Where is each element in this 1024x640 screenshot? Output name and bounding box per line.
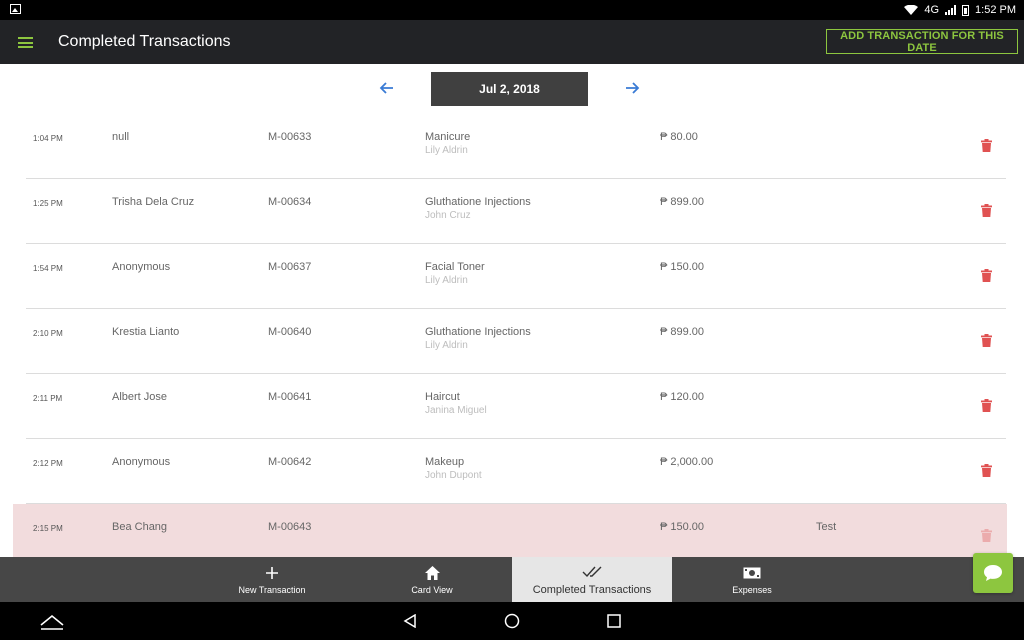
transaction-code: M-00640	[268, 326, 312, 338]
transaction-service-block: Haircut Janina Miguel	[425, 391, 487, 417]
transaction-staff: Lily Aldrin	[425, 145, 468, 156]
page-title: Completed Transactions	[58, 33, 231, 50]
transaction-row[interactable]: 1:25 PM Trisha Dela Cruz M-00634 ₱ 899.00 Gl…	[26, 179, 1006, 244]
transaction-amount: ₱ 120.00	[660, 391, 705, 403]
chat-button[interactable]	[973, 553, 1013, 593]
delete-trash-icon[interactable]	[981, 269, 992, 282]
transaction-service-block: Manicure Lily Aldrin	[425, 131, 470, 157]
nav-completed-transactions[interactable]: Completed Transactions	[512, 557, 672, 602]
home-circle-icon[interactable]	[504, 613, 520, 629]
nav-expenses[interactable]: Expenses	[672, 557, 832, 602]
transaction-time: 2:15 PM	[33, 524, 63, 533]
transaction-code: M-00637	[268, 261, 312, 273]
transaction-code: M-00634	[268, 196, 312, 208]
transaction-row[interactable]: 2:11 PM Albert Jose M-00641 ₱ 120.00 Haircut…	[26, 374, 1006, 439]
transaction-customer: Bea Chang	[112, 521, 168, 533]
transaction-amount: ₱ 80.00	[660, 131, 698, 143]
transaction-staff: Lily Aldrin	[425, 340, 468, 351]
app-bar: Completed Transactions ADD TRANSACTION F…	[0, 20, 1024, 64]
recent-apps-icon[interactable]	[607, 614, 621, 628]
hamburger-menu-icon[interactable]	[18, 37, 33, 48]
nav-label: Expenses	[732, 585, 772, 595]
battery-icon	[962, 4, 970, 16]
transaction-service-block: Facial Toner Lily Aldrin	[425, 261, 485, 287]
transaction-row[interactable]: 2:10 PM Krestia Lianto M-00640 ₱ 899.00 Glut…	[26, 309, 1006, 374]
nav-label: Card View	[411, 585, 453, 595]
bottom-navigation: New Transaction Card View Completed Tran…	[0, 557, 1024, 602]
back-icon[interactable]	[403, 614, 417, 628]
date-picker-button[interactable]: Jul 2, 2018	[431, 72, 588, 106]
image-notification-icon	[10, 4, 21, 14]
nav-card-view[interactable]: Card View	[352, 557, 512, 602]
transaction-row[interactable]: 1:04 PM null M-00633 ₱ 80.00 Manicure Lily Al…	[26, 114, 1006, 179]
transaction-service-block: Makeup John Dupont	[425, 456, 482, 482]
transaction-customer: Krestia Lianto	[112, 326, 180, 338]
transaction-row[interactable]: 1:54 PM Anonymous M-00637 ₱ 150.00 Facial To…	[26, 244, 1006, 309]
transaction-code: M-00642	[268, 456, 312, 468]
transaction-code: M-00633	[268, 131, 312, 143]
add-transaction-button[interactable]: ADD TRANSACTION FOR THIS DATE	[826, 29, 1018, 54]
clock: 1:52 PM	[975, 4, 1016, 16]
previous-date-arrow-icon[interactable]	[378, 79, 396, 97]
transaction-customer: null	[112, 131, 130, 143]
transaction-time: 1:54 PM	[33, 264, 63, 273]
transaction-time: 2:11 PM	[33, 394, 63, 403]
network-type-label: 4G	[924, 4, 940, 16]
transaction-code: M-00641	[268, 391, 312, 403]
transaction-time: 2:12 PM	[33, 459, 63, 468]
transaction-time: 1:04 PM	[33, 134, 63, 143]
delete-trash-icon[interactable]	[981, 204, 992, 217]
plus-icon	[265, 564, 279, 582]
transaction-customer: Albert Jose	[112, 391, 168, 403]
money-icon	[743, 564, 761, 582]
transaction-service: Facial Toner	[425, 261, 485, 273]
system-navigation-bar	[0, 602, 1024, 640]
transaction-staff: John Cruz	[425, 210, 471, 221]
transaction-service: Gluthatione Injections	[425, 326, 531, 338]
transaction-row[interactable]: 2:15 PM Bea Chang M-00643 ₱ 150.00 Test	[13, 504, 1007, 557]
chat-bubble-icon	[984, 565, 1002, 581]
next-date-arrow-icon[interactable]	[623, 79, 641, 97]
transaction-staff: Lily Aldrin	[425, 275, 468, 286]
nav-new-transaction[interactable]: New Transaction	[192, 557, 352, 602]
delete-trash-icon[interactable]	[981, 139, 992, 152]
date-navigator: Jul 2, 2018	[0, 64, 1024, 114]
transaction-service-block: Gluthatione Injections Lily Aldrin	[425, 326, 531, 352]
transaction-service: Manicure	[425, 131, 471, 143]
expand-up-icon[interactable]	[40, 614, 64, 630]
double-check-icon	[582, 563, 602, 581]
transaction-amount: ₱ 2,000.00	[660, 456, 714, 468]
transaction-staff: Janina Miguel	[425, 405, 487, 416]
delete-trash-icon[interactable]	[981, 464, 992, 477]
transaction-code: M-00643	[268, 521, 312, 533]
transaction-customer: Anonymous	[112, 456, 171, 468]
transaction-staff: John Dupont	[425, 470, 482, 481]
delete-trash-icon[interactable]	[981, 334, 992, 347]
transaction-service-block: Gluthatione Injections John Cruz	[425, 196, 531, 222]
transaction-time: 1:25 PM	[33, 199, 63, 208]
status-bar: 4G 1:52 PM	[0, 0, 1024, 20]
wifi-icon	[904, 5, 919, 15]
transaction-amount: ₱ 150.00	[660, 261, 705, 273]
transaction-service: Makeup	[425, 456, 465, 468]
home-icon	[424, 564, 440, 582]
delete-trash-icon[interactable]	[981, 399, 992, 412]
nav-label: New Transaction	[238, 585, 306, 595]
transactions-list: 1:04 PM null M-00633 ₱ 80.00 Manicure Lily Al…	[0, 114, 1024, 557]
status-indicators: 4G 1:52 PM	[904, 0, 1016, 20]
app-root: 4G 1:52 PM Completed Transactions ADD TR…	[0, 0, 1024, 640]
transaction-service: Haircut	[425, 391, 460, 403]
transaction-row[interactable]: 2:12 PM Anonymous M-00642 ₱ 2,000.00 Makeup J…	[26, 439, 1006, 504]
transaction-amount: ₱ 899.00	[660, 326, 705, 338]
transaction-time: 2:10 PM	[33, 329, 63, 338]
transaction-customer: Anonymous	[112, 261, 171, 273]
signal-icon	[945, 5, 957, 15]
transaction-note: Test	[816, 521, 837, 533]
delete-trash-icon[interactable]	[981, 529, 992, 542]
transaction-service: Gluthatione Injections	[425, 196, 531, 208]
nav-label: Completed Transactions	[532, 584, 652, 596]
transaction-amount: ₱ 150.00	[660, 521, 705, 533]
transaction-customer: Trisha Dela Cruz	[112, 196, 195, 208]
transaction-amount: ₱ 899.00	[660, 196, 705, 208]
